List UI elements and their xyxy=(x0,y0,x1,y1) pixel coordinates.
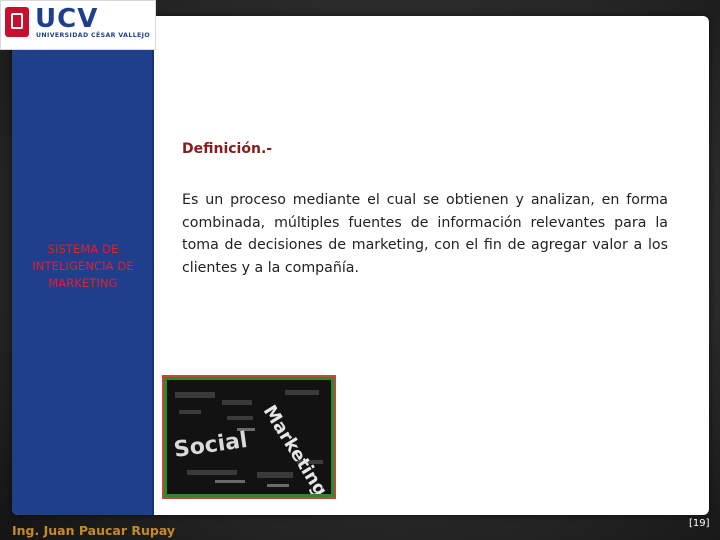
logo-fullname: UNIVERSIDAD CÉSAR VALLEJO xyxy=(36,32,151,39)
university-logo: UCV UNIVERSIDAD CÉSAR VALLEJO xyxy=(0,0,156,50)
section-label: SISTEMA DE INTELIGENCIA DE MARKETING xyxy=(32,242,134,290)
university-crest-icon xyxy=(5,7,29,37)
section-heading: Definición.- xyxy=(182,141,273,157)
slide: SISTEMA DE INTELIGENCIA DE MARKETING Soc… xyxy=(12,16,709,515)
author-credit: Ing. Juan Paucar Rupay xyxy=(12,523,176,538)
definition-paragraph: Es un proceso mediante el cual se obtien… xyxy=(182,192,668,276)
page-number: [19] xyxy=(689,518,710,529)
word-cloud-image: Social Marketing xyxy=(164,377,334,497)
side-panel: SISTEMA DE INTELIGENCIA DE MARKETING xyxy=(12,49,154,515)
logo-acronym: UCV xyxy=(35,4,99,34)
word-cloud-graphic: Social Marketing xyxy=(167,380,331,494)
